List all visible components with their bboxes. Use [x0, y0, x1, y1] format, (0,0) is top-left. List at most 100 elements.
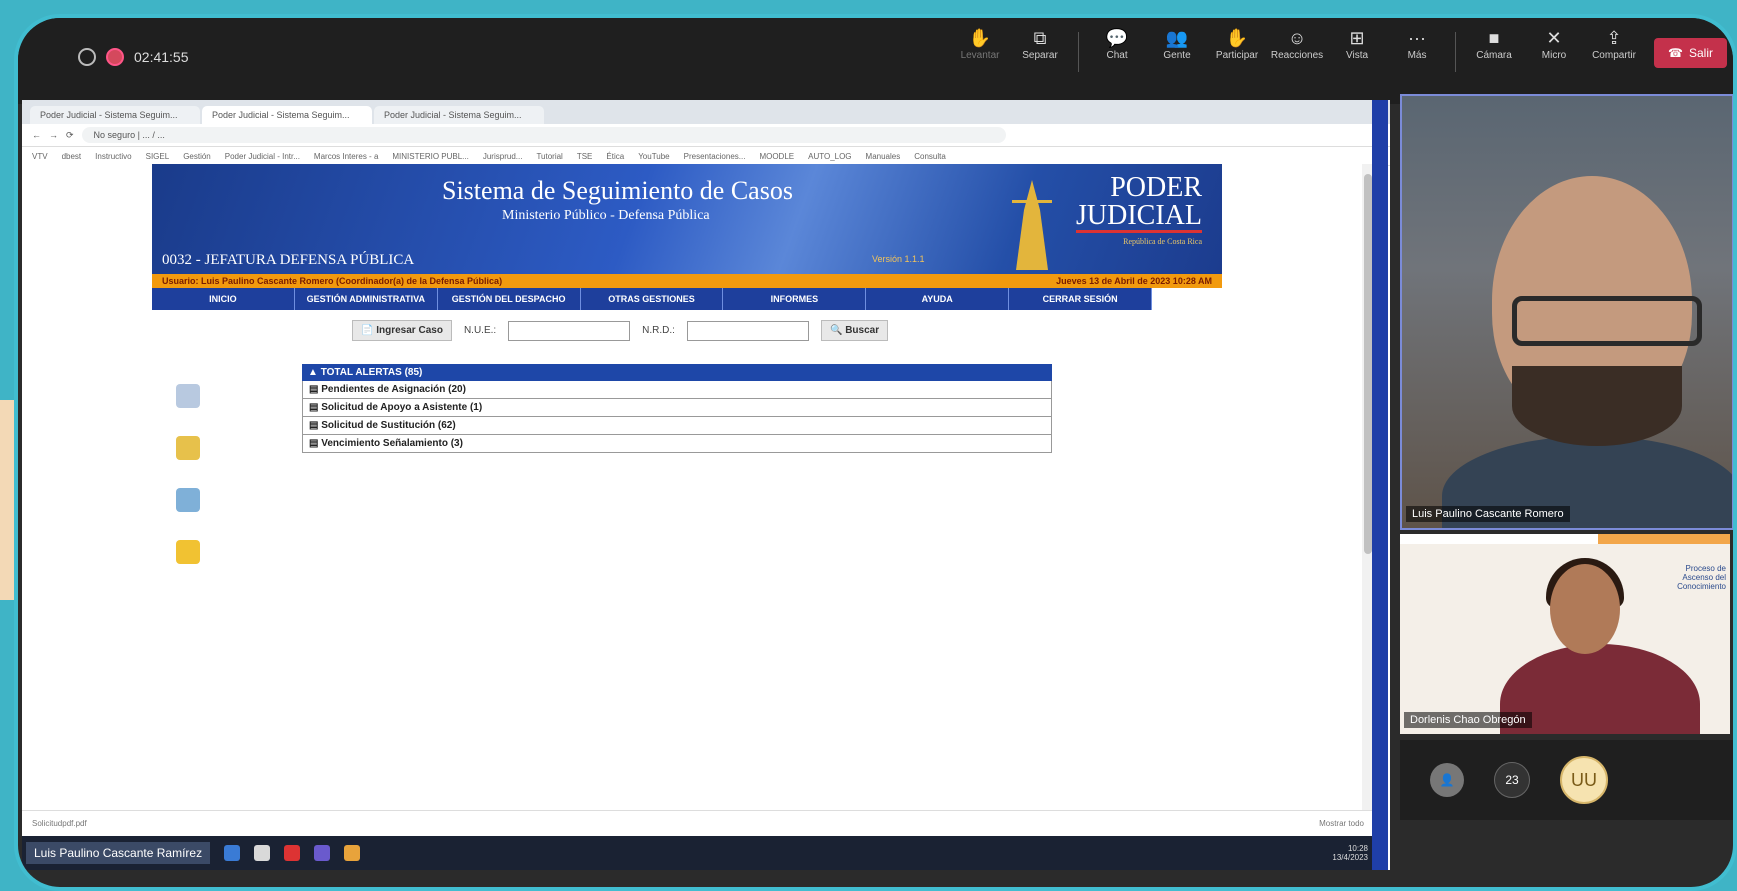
browser-tab[interactable]: Poder Judicial - Sistema Seguim... — [202, 106, 372, 124]
alert-item[interactable]: ▤ Vencimiento Señalamiento (3) — [302, 435, 1052, 453]
address-bar: ← → ⟳ No seguro | ... / ... — [22, 124, 1390, 147]
bookmark-item[interactable]: AUTO_LOG — [808, 152, 851, 161]
menu-item[interactable]: CERRAR SESIÓN — [1009, 288, 1153, 310]
reactions-button[interactable]: ☺ Reacciones — [1267, 26, 1327, 61]
menu-item[interactable]: INFORMES — [723, 288, 867, 310]
avatar-initials[interactable]: UU — [1560, 756, 1608, 804]
bookmark-item[interactable]: MOODLE — [759, 152, 794, 161]
alert-item[interactable]: ▤ Solicitud de Sustitución (62) — [302, 417, 1052, 435]
version-text: Versión 1.1.1 — [872, 254, 925, 264]
alerts-panel: ▲ TOTAL ALERTAS (85) ▤ Pendientes de Asi… — [302, 364, 1052, 453]
participant-video-second[interactable]: Proceso de Ascenso del Conocimiento Dorl… — [1400, 534, 1730, 734]
mail-icon[interactable] — [176, 540, 200, 564]
folder-icon[interactable] — [344, 845, 361, 861]
binoculars-icon: 🔍 — [829, 325, 846, 336]
bookmark-item[interactable]: MINISTERIO PUBL... — [392, 152, 468, 161]
participant-video-main[interactable]: Luis Paulino Cascante Romero — [1400, 94, 1733, 530]
user-bar: Usuario: Luis Paulino Cascante Romero (C… — [152, 274, 1222, 288]
bookmark-item[interactable]: Presentaciones... — [684, 152, 746, 161]
menu-item[interactable]: OTRAS GESTIONES — [581, 288, 724, 310]
search-row: 📄 Ingresar Caso N.U.E.: N.R.D.: 🔍 Buscar — [352, 320, 889, 341]
pdf-icon[interactable] — [284, 845, 301, 861]
buscar-button[interactable]: 🔍 Buscar — [820, 320, 889, 341]
pop-out-icon: ⧉ — [1033, 28, 1047, 48]
menu-item[interactable]: GESTIÓN ADMINISTRATIVA — [295, 288, 438, 310]
bookmark-item[interactable]: SIGEL — [146, 152, 170, 161]
bookmark-item[interactable]: YouTube — [638, 152, 669, 161]
nrd-input[interactable] — [686, 320, 809, 341]
leave-button[interactable]: ☎ Salir — [1654, 38, 1727, 68]
chat-icon: 💬 — [1105, 28, 1129, 48]
bookmark-item[interactable]: Poder Judicial - Intr... — [225, 152, 300, 161]
menu-item[interactable]: GESTIÓN DEL DESPACHO — [438, 288, 581, 310]
camera-button[interactable]: ■ Cámara — [1464, 26, 1524, 61]
bookmark-item[interactable]: Ética — [606, 152, 624, 161]
presenter-label: Luis Paulino Cascante Ramírez — [26, 842, 211, 864]
taskbar-clock: 10:28 13/4/2023 — [1332, 844, 1368, 862]
bookmark-item[interactable]: Instructivo — [95, 152, 131, 161]
alert-item[interactable]: ▤ Solicitud de Apoyo a Asistente (1) — [302, 399, 1052, 417]
browser-tab[interactable]: Poder Judicial - Sistema Seguim... — [30, 106, 200, 124]
bookmark-item[interactable]: TSE — [577, 152, 593, 161]
toolbar-divider — [1455, 32, 1457, 72]
bookmark-item[interactable]: Tutorial — [536, 152, 562, 161]
sync-icon[interactable] — [176, 488, 200, 512]
menu-item[interactable]: AYUDA — [866, 288, 1010, 310]
reload-icon[interactable]: ⟳ — [66, 130, 74, 141]
more-icon: ··· — [1408, 28, 1427, 48]
pop-out-button[interactable]: ⧉ Separar — [1010, 26, 1070, 61]
raise-hand-button[interactable]: ✋ Levantar — [950, 26, 1010, 61]
scrollbar-thumb[interactable] — [1364, 174, 1372, 554]
browser-tabs: Poder Judicial - Sistema Seguim... Poder… — [22, 100, 1390, 124]
app-icon[interactable] — [254, 845, 271, 861]
bookmark-item[interactable]: VTV — [32, 152, 48, 161]
nrd-label: N.R.D.: — [642, 325, 675, 336]
participant-head — [1550, 564, 1620, 654]
menu-item[interactable]: INICIO — [152, 288, 295, 310]
participants-strip: 👤 23 UU — [1400, 740, 1733, 820]
download-item[interactable]: Solicitudpdf.pdf — [32, 819, 87, 828]
app-icon[interactable] — [224, 845, 241, 861]
nue-label: N.U.E.: — [463, 325, 497, 336]
people-button[interactable]: 👥 Gente — [1147, 26, 1207, 61]
teams-window: 02:41:55 ✋ Levantar ⧉ Separar 💬 Chat 👥 Gente… — [14, 14, 1737, 891]
bookmark-item[interactable]: dbest — [62, 152, 82, 161]
glasses — [1512, 296, 1702, 346]
teams-icon[interactable] — [314, 845, 331, 861]
show-all-link[interactable]: Mostrar todo — [1319, 819, 1364, 828]
chat-button[interactable]: 💬 Chat — [1087, 26, 1147, 61]
bookmark-item[interactable]: Consulta — [914, 152, 946, 161]
browser-tab[interactable]: Poder Judicial - Sistema Seguim... — [374, 106, 544, 124]
people-transfer-icon[interactable] — [176, 436, 200, 460]
ingresar-caso-button[interactable]: 📄 Ingresar Caso — [352, 320, 452, 341]
shared-screen-border — [1372, 100, 1388, 870]
main-menu: INICIO GESTIÓN ADMINISTRATIVA GESTIÓN DE… — [152, 288, 1153, 310]
alert-item[interactable]: ▤ Pendientes de Asignación (20) — [302, 381, 1052, 399]
forward-icon[interactable]: → — [49, 130, 58, 140]
url-field[interactable]: No seguro | ... / ... — [81, 127, 1006, 143]
phone-icon: ☎ — [1668, 46, 1683, 60]
meeting-timer: 02:41:55 — [78, 48, 189, 66]
alerts-header[interactable]: ▲ TOTAL ALERTAS (85) — [302, 364, 1052, 381]
bookmark-item[interactable]: Marcos Interes - a — [314, 152, 378, 161]
mic-button[interactable]: ✕ Micro — [1524, 26, 1584, 61]
date-text: Jueves 13 de Abril de 2023 10:28 AM — [1056, 276, 1212, 286]
sistema-banner: Sistema de Seguimiento de Casos Minister… — [152, 164, 1222, 274]
timer-text: 02:41:55 — [134, 49, 189, 65]
avatar-person-icon[interactable]: 👤 — [1430, 763, 1464, 797]
web-page: Sistema de Seguimiento de Casos Minister… — [22, 164, 1374, 810]
nue-input[interactable] — [508, 320, 631, 341]
overflow-count[interactable]: 23 — [1494, 762, 1530, 798]
bookmark-item[interactable]: Manuales — [866, 152, 901, 161]
participate-button[interactable]: ✋ Participar — [1207, 26, 1267, 61]
share-button[interactable]: ⇪ Compartir — [1584, 26, 1644, 61]
calendar-icon[interactable] — [176, 384, 200, 408]
download-bar: Solicitudpdf.pdf Mostrar todo — [22, 810, 1374, 836]
mic-off-icon: ✕ — [1546, 28, 1562, 48]
bookmark-item[interactable]: Gestión — [183, 152, 211, 161]
view-button[interactable]: ⊞ Vista — [1327, 26, 1387, 61]
poder-judicial-logo: PODER JUDICIAL República de Costa Rica — [1076, 172, 1202, 246]
more-button[interactable]: ··· Más — [1387, 26, 1447, 61]
bookmark-item[interactable]: Jurisprud... — [483, 152, 523, 161]
back-icon[interactable]: ← — [32, 130, 41, 140]
